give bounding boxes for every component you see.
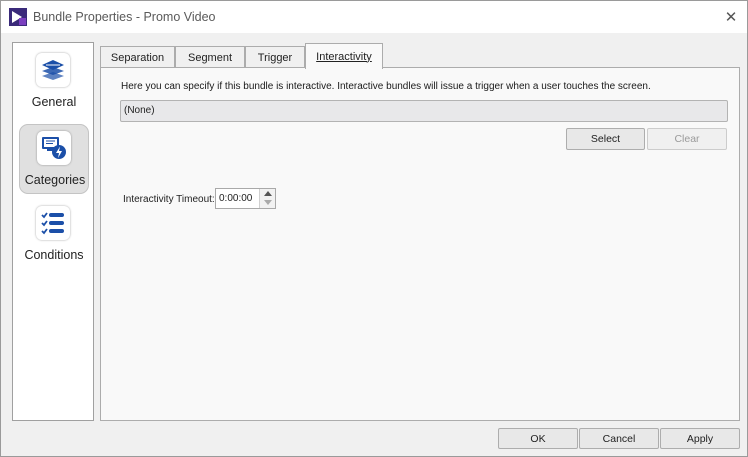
- tab-label: Separation: [110, 52, 165, 64]
- clear-button-label: Clear: [674, 133, 700, 145]
- tab-label: Trigger: [257, 52, 293, 64]
- app-icon: [9, 8, 27, 26]
- interactivity-panel: Here you can specify if this bundle is i…: [100, 67, 740, 421]
- apply-button[interactable]: Apply: [660, 428, 740, 449]
- category-sidebar: General Categories Conditions: [12, 42, 94, 421]
- close-button[interactable]: ✕: [715, 1, 747, 33]
- monitor-lightning-icon: [37, 131, 71, 165]
- tab-label: Interactivity: [316, 50, 372, 63]
- tab-label: Segment: [187, 52, 233, 64]
- close-icon: ✕: [724, 9, 738, 26]
- title-bar: Bundle Properties - Promo Video ✕: [1, 1, 747, 33]
- sidebar-item-general[interactable]: General: [19, 47, 89, 117]
- select-button[interactable]: Select: [566, 128, 645, 150]
- apply-button-label: Apply: [686, 432, 714, 445]
- sidebar-item-label: General: [31, 95, 77, 109]
- ok-button-label: OK: [530, 432, 546, 445]
- trigger-field[interactable]: (None): [120, 100, 728, 122]
- bundle-properties-dialog: Bundle Properties - Promo Video ✕ Genera…: [0, 0, 748, 457]
- tab-trigger[interactable]: Trigger: [245, 46, 305, 69]
- sidebar-item-conditions[interactable]: Conditions: [19, 200, 89, 270]
- clear-button[interactable]: Clear: [647, 128, 727, 150]
- interactivity-description: Here you can specify if this bundle is i…: [121, 81, 651, 92]
- timeout-label: Interactivity Timeout:: [123, 194, 215, 205]
- window-title: Bundle Properties - Promo Video: [33, 10, 216, 24]
- cancel-button[interactable]: Cancel: [579, 428, 659, 449]
- spin-down-icon[interactable]: [260, 198, 275, 207]
- sidebar-item-label: Conditions: [24, 248, 84, 262]
- tab-interactivity[interactable]: Interactivity: [305, 43, 383, 69]
- select-button-label: Select: [590, 133, 621, 145]
- tab-segment[interactable]: Segment: [175, 46, 245, 69]
- spin-buttons: [259, 189, 275, 208]
- tab-separation[interactable]: Separation: [100, 46, 175, 69]
- sidebar-item-categories[interactable]: Categories: [19, 124, 89, 194]
- timeout-value[interactable]: 0:00:00: [219, 193, 252, 204]
- property-tabs: Separation Segment Trigger Interactivity: [100, 43, 740, 69]
- layers-icon: [36, 53, 70, 87]
- spin-up-icon[interactable]: [260, 189, 275, 198]
- cancel-button-label: Cancel: [602, 432, 636, 445]
- checklist-icon: [36, 206, 70, 240]
- ok-button[interactable]: OK: [498, 428, 578, 449]
- sidebar-item-label: Categories: [24, 173, 86, 187]
- timeout-spinner[interactable]: 0:00:00: [215, 188, 276, 209]
